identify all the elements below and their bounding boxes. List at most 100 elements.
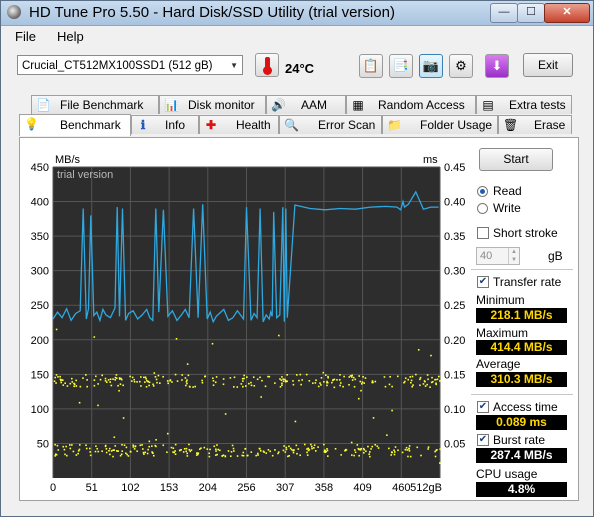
- access-time-point: [285, 380, 287, 383]
- access-time-point: [147, 448, 149, 451]
- access-time-point: [363, 448, 366, 451]
- access-time-point: [408, 445, 411, 447]
- access-time-point: [360, 383, 363, 385]
- access-time-point: [257, 454, 259, 456]
- access-time-point: [82, 377, 84, 379]
- access-time-point: [216, 453, 218, 456]
- access-time-point: [390, 454, 393, 456]
- access-time-point: [439, 380, 441, 382]
- access-time-point: [242, 451, 245, 454]
- access-time-point: [62, 445, 65, 448]
- access-time-point: [78, 401, 81, 404]
- transfer-rate-label: Transfer rate: [493, 275, 562, 289]
- access-time-point: [284, 451, 287, 453]
- access-time-point: [112, 449, 114, 451]
- access-time-point: [374, 443, 377, 446]
- access-time-point: [166, 432, 169, 435]
- access-time-point: [368, 451, 371, 453]
- access-time-point: [241, 454, 244, 457]
- access-time-point: [176, 380, 179, 382]
- access-time-point: [424, 385, 427, 387]
- access-time-checkbox[interactable]: ✔: [477, 401, 489, 413]
- access-time-point: [71, 381, 74, 383]
- access-time-point: [105, 451, 108, 454]
- access-time-point: [363, 451, 365, 454]
- access-time-point: [172, 451, 174, 453]
- transfer-rate-checkbox[interactable]: ✔: [477, 276, 489, 288]
- access-time-point: [120, 453, 123, 456]
- x-tick-label: 204: [199, 482, 217, 494]
- access-time-point: [299, 373, 302, 376]
- read-radio[interactable]: [477, 186, 488, 197]
- access-time-point: [296, 452, 298, 455]
- access-time-point: [77, 452, 79, 455]
- access-time-point: [104, 379, 107, 382]
- access-time-point: [256, 378, 259, 381]
- access-time-point: [132, 446, 135, 448]
- access-time-point: [242, 454, 245, 457]
- access-time-point: [371, 445, 374, 448]
- access-time-point: [73, 383, 76, 386]
- access-time-point: [409, 455, 412, 458]
- access-time-point: [204, 375, 206, 378]
- access-time-point: [242, 385, 244, 388]
- access-time-point: [374, 380, 377, 383]
- access-time-point: [315, 379, 317, 382]
- access-time-point: [187, 374, 190, 377]
- access-time-point: [203, 446, 206, 449]
- access-time-point: [292, 451, 295, 454]
- access-time-point: [59, 375, 61, 378]
- access-time-point: [363, 382, 365, 384]
- tab-benchmark[interactable]: 💡 Benchmark: [19, 114, 131, 136]
- burst-rate-checkbox[interactable]: ✔: [477, 434, 489, 446]
- access-time-point: [229, 455, 232, 458]
- access-time-point: [186, 379, 188, 381]
- access-time-point: [344, 449, 346, 452]
- start-button[interactable]: Start: [479, 148, 553, 171]
- access-time-point: [265, 452, 268, 454]
- access-time-point: [285, 448, 288, 451]
- x-tick-label: 102: [121, 482, 139, 494]
- access-time-point: [351, 454, 353, 456]
- short-stroke-checkbox[interactable]: [477, 227, 489, 239]
- access-time-point: [388, 447, 390, 450]
- access-time-point: [339, 384, 341, 387]
- access-time-point: [252, 376, 255, 378]
- access-time-point: [348, 376, 351, 378]
- y-tick-label-right: 0.35: [444, 231, 465, 243]
- access-time-point: [394, 446, 397, 448]
- access-time-point: [279, 378, 281, 380]
- y-tick-label-right: 0.45: [444, 162, 465, 174]
- access-time-point: [147, 380, 149, 383]
- access-time-point: [326, 384, 328, 387]
- access-time-point: [412, 384, 414, 386]
- y-tick-label-left: 50: [37, 438, 49, 450]
- access-time-point: [143, 376, 145, 379]
- access-time-point: [73, 385, 75, 388]
- spinner-arrows-icon[interactable]: ▲ ▼: [508, 248, 519, 264]
- access-time-point: [155, 438, 157, 441]
- access-time-point: [166, 380, 169, 382]
- access-time-point: [248, 382, 250, 385]
- access-time-point: [358, 454, 360, 457]
- access-time-point: [278, 334, 280, 337]
- y-tick-label-right: 0.15: [444, 369, 465, 381]
- x-tick-label: 512gB: [410, 482, 442, 494]
- access-time-point: [140, 385, 142, 387]
- access-time-point: [371, 380, 374, 382]
- write-radio[interactable]: [477, 203, 488, 214]
- access-time-point: [227, 450, 230, 452]
- access-time-point: [416, 446, 419, 449]
- access-time-point: [157, 374, 160, 377]
- short-stroke-spinner[interactable]: 40 ▲ ▼: [476, 247, 520, 265]
- access-time-point: [69, 382, 72, 385]
- y-tick-label-left: 350: [31, 231, 49, 243]
- access-time-point: [359, 380, 362, 383]
- access-time-point: [354, 378, 357, 381]
- access-time-point: [434, 455, 437, 458]
- access-time-point: [96, 447, 99, 450]
- access-time-point: [121, 450, 124, 452]
- x-tick-label: 460: [392, 482, 410, 494]
- y-tick-label-left: 250: [31, 300, 49, 312]
- access-time-point: [241, 377, 244, 380]
